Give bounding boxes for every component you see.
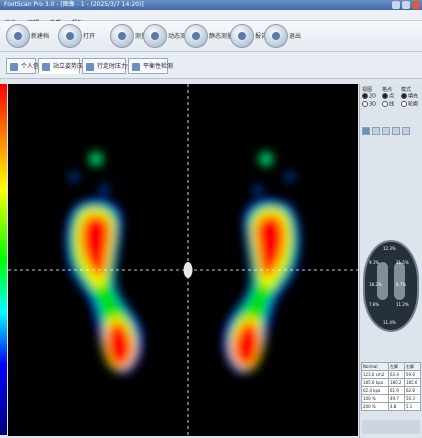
pressure-map [8,84,358,436]
select-tool-icon[interactable] [362,127,370,135]
new-file-icon [6,24,30,48]
report-icon [230,24,254,48]
mode-outline-radio[interactable]: 轮廓 [401,101,421,109]
mode-fill-radio[interactable]: 填充 [401,93,421,101]
tab-strip: 个人信息 站立姿势压力分布 行走时压力分布 平衡性检测 [0,52,422,79]
view-2d-radio[interactable]: 2D [362,93,382,101]
window-title: FootScan Pro 3.0 - [图像 - 1 - (2025/3/7 1… [4,1,144,8]
pressure-map-canvas[interactable] [8,84,358,436]
walk-icon [86,63,94,71]
minimize-icon[interactable] [392,1,400,9]
cell-line-radio[interactable]: 线 [382,101,400,109]
close-icon[interactable] [412,1,420,9]
cell-group: 格点 点 线 [382,86,400,108]
table-row: 200 % 4.8 5.1 [361,402,422,411]
view-group: 视图 2D 3D [362,86,382,108]
zoom-tool-icon[interactable] [372,127,380,135]
tab-walking-pressure[interactable]: 行走时压力分布 [82,58,139,74]
table-row: 62.4 kpa 61.9 62.8 [361,386,422,395]
pressure-color-scale [0,84,7,435]
mini-left-foot [377,262,388,300]
pan-tool-icon[interactable] [392,127,400,135]
status-area [362,420,420,434]
open-icon [58,24,82,48]
measurement-table: Normal 左脚 右脚 123.0 cm2 63.4 59.6 185.6 kpa 18… [361,362,422,411]
table-row: 185.6 kpa 180.2 185.6 [361,378,422,387]
view-tool-row [362,120,420,135]
foot-distribution-mini-map: 12.3% 9.1% 21.5% 18.2% 8.7% 7.6% 11.2% 1… [363,240,419,332]
tab-standing-pressure[interactable]: 站立姿势压力分布 [38,58,101,74]
right-foot-pressure [223,152,300,374]
table-row: 123.0 cm2 63.4 59.6 [361,370,422,379]
view-3d-radio[interactable]: 3D [362,101,382,109]
tab-personal-info[interactable]: 个人信息 [6,58,45,74]
tab-balance[interactable]: 平衡性检测 [128,58,173,74]
measure-icon [110,24,134,48]
reset-tool-icon[interactable] [402,127,410,135]
maximize-icon[interactable] [402,1,410,9]
mode-group: 模式 填充 轮廓 [401,86,421,108]
title-bar: FootScan Pro 3.0 - [图像 - 1 - (2025/3/7 1… [0,0,422,10]
mini-right-foot [394,262,405,300]
table-row: 100 % 49.7 50.3 [361,394,422,403]
rotate-tool-icon[interactable] [382,127,390,135]
cell-point-radio[interactable]: 点 [382,93,400,101]
table-row: Normal 左脚 右脚 [361,362,422,371]
foot-icon [42,63,50,71]
static-measure-icon [184,24,208,48]
left-foot-pressure [66,152,143,374]
center-of-pressure-marker[interactable] [183,262,193,278]
menu-bar: 文件 编辑 查看 帮助 [0,10,422,27]
person-icon [10,63,18,71]
main-toolbar: 新建档 打开 测量 动态测量 静态测量 报告 退出 [0,21,422,52]
balance-icon [132,63,140,71]
exit-icon [264,24,288,48]
dynamic-measure-icon [143,24,167,48]
